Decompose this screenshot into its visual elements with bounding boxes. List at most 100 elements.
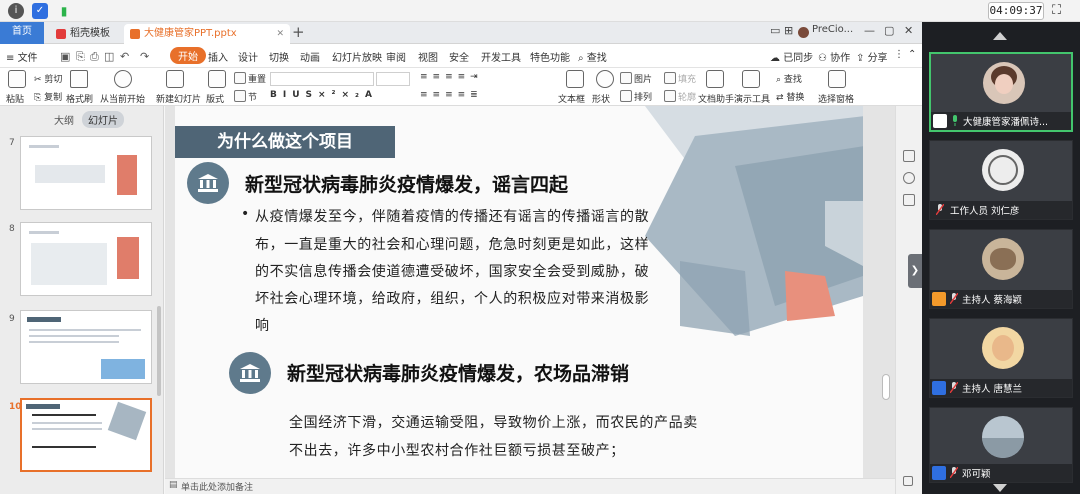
participant-card[interactable]: 大健康管家潘佩诗... <box>929 52 1073 132</box>
menu-home[interactable]: 开始 <box>170 47 206 64</box>
collapse-panel-button[interactable]: ❯ <box>908 254 922 288</box>
close-window-icon[interactable]: ✕ <box>904 24 913 37</box>
outline-button[interactable]: 轮廓 <box>664 90 696 103</box>
new-tab-button[interactable]: + <box>292 23 305 41</box>
notes-bar[interactable]: ▤ 单击此处添加备注 <box>165 478 895 494</box>
preview-icon[interactable]: ◫ <box>104 50 114 63</box>
share-button[interactable]: ⇪ 分享 <box>856 49 888 64</box>
section-button[interactable]: 节 <box>234 90 257 103</box>
slide-thumbnail-7[interactable] <box>20 136 152 210</box>
menu-view[interactable]: 视图 <box>418 49 438 64</box>
participant-card[interactable]: 邓可颖 <box>929 407 1073 483</box>
file-menu[interactable]: ≡ 文件 <box>6 49 38 64</box>
paste-icon[interactable] <box>8 70 26 88</box>
new-slide-icon[interactable] <box>166 70 184 88</box>
section-icon <box>234 90 246 102</box>
participant-card[interactable]: 主持人 唐慧兰 <box>929 318 1073 398</box>
menu-security[interactable]: 安全 <box>449 49 469 64</box>
fullscreen-icon[interactable]: ⛶ <box>1052 3 1061 18</box>
avatar[interactable] <box>798 27 809 38</box>
fill-button[interactable]: 填充 <box>664 72 696 85</box>
grid-icon[interactable]: ⊞ <box>784 24 793 37</box>
minimize-icon[interactable]: — <box>864 24 875 37</box>
tab-home[interactable]: 首页 <box>0 22 44 44</box>
print-icon[interactable]: ⎙ <box>90 50 99 64</box>
new-slide-button[interactable]: 新建幻灯片 <box>156 92 201 105</box>
layout-button[interactable]: 版式 <box>206 92 224 105</box>
menu-review[interactable]: 审阅 <box>386 49 406 64</box>
collab-button[interactable]: ⚇ 协作 <box>818 49 850 64</box>
align-group[interactable]: ≡≡≡≡≣ <box>420 90 483 100</box>
font-size-select[interactable] <box>376 72 410 86</box>
menu-transition[interactable]: 切换 <box>269 49 289 64</box>
copy-button[interactable]: ⎘ 复制 <box>34 90 62 103</box>
doc-assistant-icon[interactable] <box>706 70 724 88</box>
thumb-title-bar <box>26 404 60 409</box>
copy-icon[interactable] <box>903 194 915 206</box>
play-icon[interactable] <box>114 70 132 88</box>
presenter-tools-button[interactable]: 演示工具 <box>734 92 770 105</box>
maximize-icon[interactable]: ▢ <box>884 24 894 37</box>
font-family-select[interactable] <box>270 72 374 86</box>
textbox-icon[interactable] <box>566 70 584 88</box>
select-pane-icon[interactable] <box>828 70 846 88</box>
settings-icon[interactable] <box>903 476 913 486</box>
reset-button[interactable]: 重置 <box>234 72 266 85</box>
slide-thumbnail-10[interactable] <box>20 398 152 472</box>
animation-icon[interactable] <box>903 172 915 184</box>
slide-thumbnail-9[interactable] <box>20 310 152 384</box>
canvas-scrollbar[interactable] <box>882 374 890 400</box>
export-icon[interactable]: ⎘ <box>76 50 85 64</box>
tab-document[interactable]: 大健康管家PPT.pptx ✕ <box>124 24 290 44</box>
text-format-group[interactable]: BIUS×²×₂A <box>270 90 378 100</box>
undo-icon[interactable]: ↶ <box>120 50 129 63</box>
info-icon[interactable]: i <box>8 3 24 19</box>
search-button[interactable]: ⌕ 查找 <box>578 49 607 64</box>
user-name[interactable]: PreCio... <box>812 24 853 35</box>
replace-button[interactable]: ⇄ 替换 <box>776 90 804 103</box>
layout-icon[interactable] <box>208 70 226 88</box>
menu-design[interactable]: 设计 <box>238 49 258 64</box>
redo-icon[interactable]: ↷ <box>140 50 149 63</box>
tab-outline[interactable]: 大纲 <box>54 112 74 127</box>
outline-label: 轮廓 <box>678 93 697 103</box>
paste-button[interactable]: 粘贴 <box>6 92 24 105</box>
scroll-down-icon[interactable] <box>993 484 1007 492</box>
menu-features[interactable]: 特色功能 <box>530 49 570 64</box>
play-current-button[interactable]: 从当前开始 <box>100 92 145 105</box>
panel-scrollbar[interactable] <box>157 306 161 396</box>
close-icon[interactable]: ✕ <box>276 24 284 44</box>
textbox-button[interactable]: 文本框 <box>558 92 585 105</box>
participant-card[interactable]: 工作人员 刘仁彦 <box>929 140 1073 220</box>
cut-button[interactable]: ✂ 剪切 <box>34 72 62 85</box>
more-icon[interactable]: ⋮ <box>894 49 904 60</box>
select-pane-button[interactable]: 选择窗格 <box>818 92 854 105</box>
sync-status[interactable]: ☁ 已同步 <box>770 49 813 64</box>
shield-icon[interactable]: ✓ <box>32 3 48 19</box>
paragraph-group[interactable]: ≡≡≡≡⇥ <box>420 72 483 82</box>
avatar <box>982 327 1024 369</box>
find-button[interactable]: ⌕ 查找 <box>776 72 802 85</box>
format-painter-icon[interactable] <box>70 70 88 88</box>
tab-templates[interactable]: 稻壳模板 <box>50 24 124 44</box>
slide-thumbnail-8[interactable] <box>20 222 152 296</box>
menu-developer[interactable]: 开发工具 <box>481 49 521 64</box>
menu-slideshow[interactable]: 幻灯片放映 <box>332 49 382 64</box>
shape-button[interactable]: 形状 <box>592 92 610 105</box>
picture-button[interactable]: 图片 <box>620 72 652 85</box>
tab-slides[interactable]: 幻灯片 <box>82 111 124 128</box>
participant-card[interactable]: 主持人 蔡海颖 <box>929 229 1073 309</box>
menu-animation[interactable]: 动画 <box>300 49 320 64</box>
scroll-up-icon[interactable] <box>993 32 1007 40</box>
menu-insert[interactable]: 插入 <box>208 49 228 64</box>
arrange-button[interactable]: 排列 <box>620 90 652 103</box>
properties-icon[interactable] <box>903 150 915 162</box>
presenter-tools-icon[interactable] <box>742 70 760 88</box>
doc-assistant-button[interactable]: 文档助手 <box>698 92 734 105</box>
save-icon[interactable]: ▣ <box>60 50 70 63</box>
layout-icon[interactable]: ▭ <box>770 24 780 37</box>
format-painter-button[interactable]: 格式刷 <box>66 92 93 105</box>
chevron-up-icon[interactable]: ⌃ <box>908 49 916 60</box>
slide[interactable]: 为什么做这个项目 新型冠状病毒肺炎疫情爆发，谣言四起 • 从疫情爆发至今，伴随着… <box>175 106 863 478</box>
shape-icon[interactable] <box>596 70 614 88</box>
